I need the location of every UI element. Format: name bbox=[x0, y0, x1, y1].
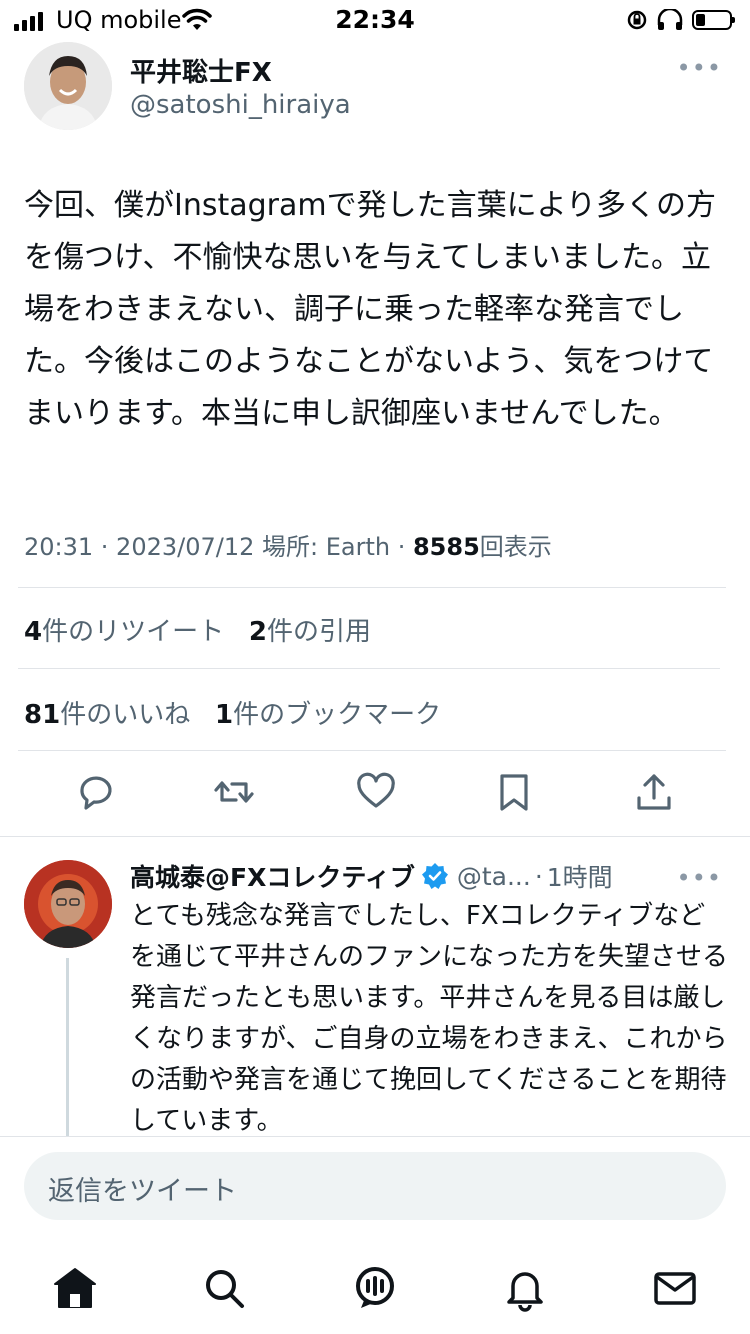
divider bbox=[0, 1136, 750, 1137]
quotes-count: 2 bbox=[248, 617, 267, 647]
reply-text: とても残念な発言でしたし、FXコレクティブなどを通じて平井さんのファンになった方… bbox=[130, 901, 729, 1136]
retweets-count: 4 bbox=[24, 617, 43, 647]
bookmark-icon[interactable] bbox=[492, 770, 536, 814]
reply-header: 高城泰@FXコレクティブ @ta... · 1時間 bbox=[130, 858, 613, 894]
like-icon[interactable] bbox=[354, 770, 398, 814]
headphones-icon bbox=[657, 9, 683, 30]
reply-author-name[interactable]: 高城泰@FXコレクティブ bbox=[130, 858, 415, 894]
share-icon[interactable] bbox=[632, 770, 676, 814]
likes-count: 81 bbox=[24, 700, 61, 730]
bottom-tab-bar bbox=[0, 1250, 750, 1334]
rotation-lock-icon bbox=[627, 10, 647, 30]
likes-link[interactable]: 81件のいいね bbox=[24, 700, 190, 730]
view-label: 回表示 bbox=[479, 533, 552, 561]
likes-bookmarks-stats: 81件のいいね 1件のブックマーク bbox=[24, 694, 441, 731]
reply-author-avatar[interactable] bbox=[24, 860, 112, 948]
battery-icon bbox=[692, 10, 735, 30]
divider bbox=[0, 836, 750, 837]
thread-line bbox=[66, 958, 69, 1136]
messages-icon[interactable] bbox=[651, 1264, 699, 1312]
tweet-text: 今回、僕がInstagramで発した言葉により多くの方を傷つけ、不愉快な思いを与… bbox=[24, 188, 717, 431]
status-bar: UQ mobile 22:34 bbox=[0, 0, 750, 44]
likes-label: 件のいいね bbox=[60, 700, 191, 730]
divider bbox=[18, 587, 726, 588]
spaces-icon[interactable] bbox=[351, 1264, 399, 1312]
search-icon[interactable] bbox=[200, 1264, 248, 1312]
retweet-icon[interactable] bbox=[212, 770, 256, 814]
retweets-link[interactable]: 4件のリツイート bbox=[24, 617, 224, 647]
tweet-timestamp: 20:31 · 2023/07/12 場所: Earth · bbox=[24, 533, 413, 561]
reply-more-options-icon[interactable]: ••• bbox=[677, 864, 722, 892]
author-avatar[interactable] bbox=[24, 42, 112, 130]
reply-time[interactable]: 1時間 bbox=[547, 858, 613, 894]
divider bbox=[18, 750, 726, 751]
reply-dot: · bbox=[534, 861, 543, 891]
bookmarks-label: 件のブックマーク bbox=[233, 700, 442, 730]
bookmarks-link[interactable]: 1件のブックマーク bbox=[215, 700, 441, 730]
bookmarks-count: 1 bbox=[215, 700, 234, 730]
quotes-label: 件の引用 bbox=[267, 617, 372, 647]
reply-author-handle[interactable]: @ta... bbox=[457, 862, 531, 891]
home-icon[interactable] bbox=[51, 1264, 99, 1312]
retweets-label: 件のリツイート bbox=[42, 617, 225, 647]
view-count: 8585 bbox=[412, 533, 480, 561]
reply-placeholder: 返信をツイート bbox=[48, 1176, 237, 1207]
divider bbox=[18, 668, 720, 669]
more-options-icon[interactable]: ••• bbox=[677, 54, 722, 82]
author-name[interactable]: 平井聡士FX bbox=[130, 52, 272, 89]
tweet-actions bbox=[24, 770, 724, 820]
notifications-icon[interactable] bbox=[501, 1264, 549, 1312]
quotes-link[interactable]: 2件の引用 bbox=[249, 617, 371, 647]
retweet-quote-stats: 4件のリツイート 2件の引用 bbox=[24, 611, 371, 648]
reply-icon[interactable] bbox=[74, 770, 118, 814]
reply-composer[interactable]: 返信をツイート bbox=[24, 1152, 726, 1220]
tweet-meta: 20:31 · 2023/07/12 場所: Earth · 8585回表示 bbox=[24, 527, 552, 562]
author-handle[interactable]: @satoshi_hiraiya bbox=[130, 90, 351, 120]
verified-icon bbox=[421, 863, 448, 889]
